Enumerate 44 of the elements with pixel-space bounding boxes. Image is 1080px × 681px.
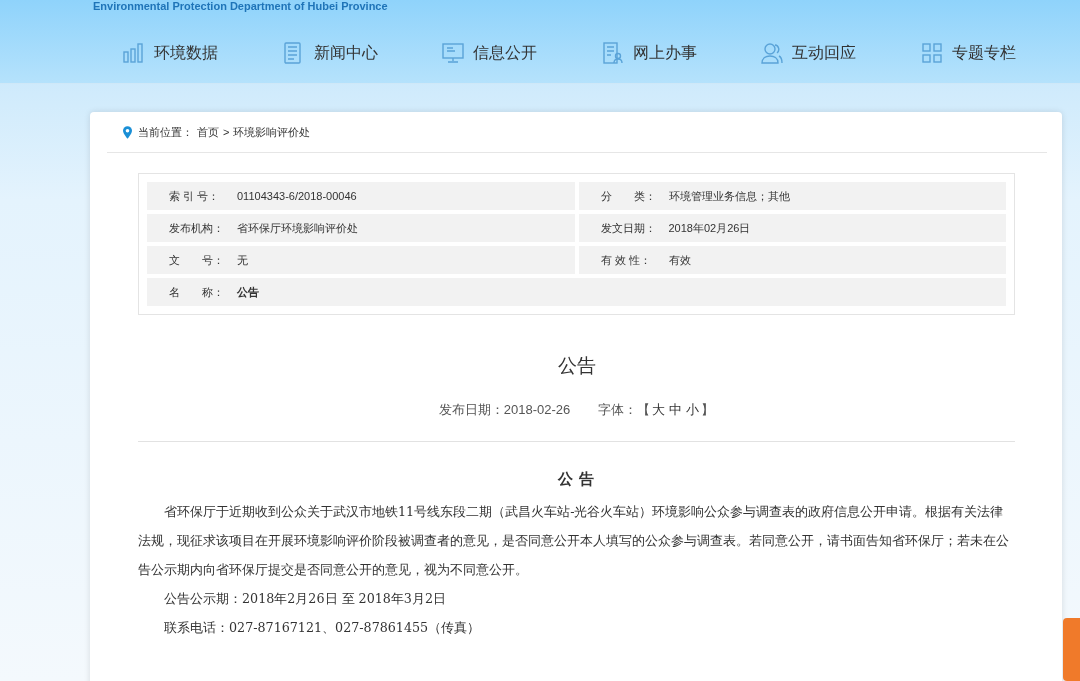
paragraph: 省环保厅于近期收到公众关于武汉市地铁11号线东段二期（武昌火车站-光谷火车站）环境影响公众参与调查表的政府信息公开申请。根据有关法律法规，现征求该项目在开展环境影响评价阶段被调查者的意见，是否同意公开本人填写的公众参与调查表。若同意公开，请书面告知省环保厅；若未在公告公示期内向省环保厅提交是否同意公开的意见，视为不同意公开。 [138, 503, 1010, 579]
breadcrumb-link[interactable]: 首页 [197, 124, 219, 140]
field-label: 发布机构： [169, 220, 225, 236]
nav-link[interactable]: 互动回应 [761, 42, 921, 64]
side-tab[interactable] [1063, 618, 1080, 681]
field-value: 环境管理业务信息；其他 [668, 188, 790, 204]
field-value: 2018年02月26日 [668, 220, 751, 236]
breadcrumb-link[interactable]: 环境影响评价处 [233, 124, 311, 140]
font-size-link[interactable]: 小 [686, 401, 700, 419]
nav-link[interactable]: 信息公开 [442, 42, 602, 64]
users-icon [761, 42, 783, 64]
site-subtitle: Environmental Protection Department of Hubei Province [93, 0, 389, 12]
font-size-link[interactable]: 中 [669, 401, 683, 419]
field-value: 省环保厅环境影响评价处 [237, 220, 358, 236]
nav-link[interactable]: 网上办事 [601, 42, 761, 64]
paragraph: 联系电话：027-87167121、027-87861455（传真） [163, 619, 482, 637]
field-label: 名 称： [169, 284, 225, 300]
grid-icon [920, 42, 943, 64]
bracket: 【 [637, 401, 651, 419]
nav-link[interactable]: 环境数据 [123, 42, 283, 64]
field-label: 有 效 性： [600, 252, 652, 268]
publish-date: 发布日期：2018-02-26 [438, 401, 571, 419]
font-size-label: 字体： [598, 401, 638, 419]
bar-chart-icon [123, 42, 145, 64]
field-value: 01104343-6/2018-00046 [237, 190, 357, 202]
font-size-link[interactable]: 大 [652, 401, 666, 419]
field-label: 文 号： [169, 252, 225, 268]
monitor-icon [442, 42, 464, 64]
field-label: 分 类： [600, 188, 657, 204]
breadcrumb-separator: > [223, 126, 230, 138]
field-value: 有效 [668, 252, 691, 268]
breadcrumb-label: 当前位置： [138, 124, 193, 140]
field-label: 发文日期： [600, 220, 657, 236]
notice-heading: 公 告 [556, 470, 597, 489]
field-value: 无 [237, 252, 248, 268]
nav-link[interactable]: 专题专栏 [920, 42, 1080, 64]
field-label: 索 引 号： [169, 188, 221, 204]
location-pin-icon [123, 125, 132, 139]
nav-link[interactable]: 新闻中心 [282, 42, 442, 64]
bracket: 】 [701, 401, 715, 419]
user-form-icon [601, 42, 624, 64]
paragraph: 公告公示期：2018年2月26日 至 2018年3月2日 [163, 590, 447, 608]
article-title: 公告 [556, 354, 597, 378]
field-value: 公告 [237, 284, 259, 300]
